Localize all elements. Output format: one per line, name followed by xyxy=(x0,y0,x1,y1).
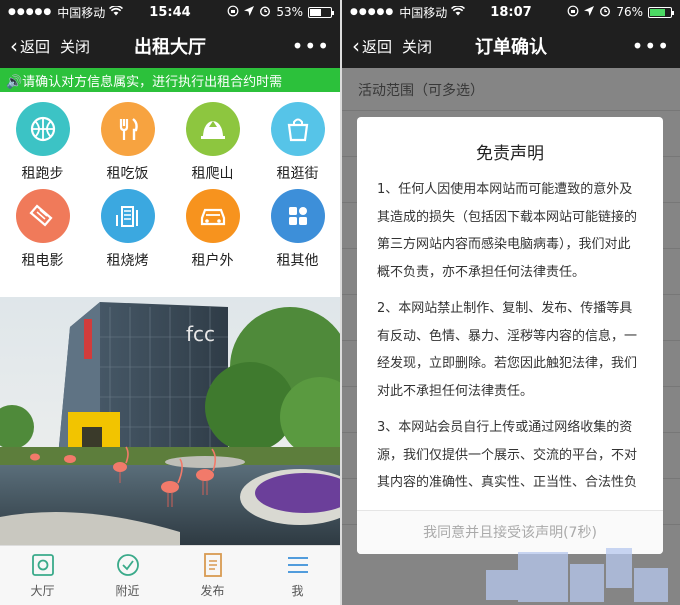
category-label: 租逛街 xyxy=(276,166,319,182)
disclaimer-paragraph: 2、本网站禁止制作、复制、发布、传播等具有反动、色情、暴力、淫秽等内容的信息，一… xyxy=(377,301,638,399)
battery-icon xyxy=(308,6,334,18)
battery-percent: 76% xyxy=(616,5,643,19)
menu-icon xyxy=(287,557,308,573)
battery-icon xyxy=(648,6,674,18)
battery-percent: 53% xyxy=(276,5,303,19)
carrier-label: 中国移动 xyxy=(57,5,106,20)
close-button[interactable]: 关闭 xyxy=(60,36,90,57)
category-shopping[interactable]: 租逛街 xyxy=(255,102,340,183)
more-button[interactable]: ••• xyxy=(292,34,330,58)
category-movie[interactable]: 租电影 xyxy=(0,189,85,270)
category-other[interactable]: 租其他 xyxy=(255,189,340,270)
carrier-label: 中国移动 xyxy=(399,5,448,20)
page-title: 订单确认 xyxy=(475,37,547,58)
tab-nearby[interactable]: 附近 xyxy=(85,546,170,605)
tab-bar: 大厅 附近 发布 我 xyxy=(0,545,340,605)
order-confirm-screen: ●●●●● 中国移动 18:07 76% ‹ 返回 关闭 订单确认 ••• 活动… xyxy=(342,0,680,605)
status-bar: ●●●●● 中国移动 18:07 76% xyxy=(342,0,680,24)
category-label: 租户外 xyxy=(191,253,234,269)
back-label: 返回 xyxy=(20,37,51,56)
disclaimer-dialog: 免责声明 1、任何人因使用本网站而可能遭致的意外及其造成的损失（包括因下载本网站… xyxy=(357,117,663,554)
rotation-lock-icon xyxy=(567,5,579,20)
category-outdoor[interactable]: 租户外 xyxy=(170,189,255,270)
category-label: 租爬山 xyxy=(191,166,234,182)
back-button[interactable]: ‹ 返回 xyxy=(352,34,392,58)
tab-hall[interactable]: 大厅 xyxy=(0,546,85,605)
more-button[interactable]: ••• xyxy=(632,34,670,58)
fork-knife-icon xyxy=(100,102,155,156)
disclaimer-paragraph: 3、本网站会员自行上传或通过网络收集的资源，我们仅提供一个展示、交流的平台，不对… xyxy=(377,420,638,490)
back-label: 返回 xyxy=(362,37,393,56)
category-label: 租电影 xyxy=(21,253,64,269)
back-button[interactable]: ‹ 返回 xyxy=(10,34,50,58)
tab-label: 附近 xyxy=(115,584,140,598)
shopping-bag-icon xyxy=(270,102,325,156)
disclaimer-paragraph: 1、任何人因使用本网站而可能遭致的意外及其造成的损失（包括因下载本网站可能链接的… xyxy=(377,182,638,280)
category-grid: 租跑步 租吃饭 租爬山 租逛街 租电影 租烧烤 租户外 租其他 xyxy=(0,102,340,270)
alarm-icon xyxy=(259,5,271,20)
hall-icon xyxy=(31,554,54,576)
category-running[interactable]: 租跑步 xyxy=(0,102,85,183)
tab-label: 大厅 xyxy=(30,584,55,598)
category-hiking[interactable]: 租爬山 xyxy=(170,102,255,183)
check-circle-icon xyxy=(116,554,139,576)
tab-me[interactable]: 我 xyxy=(255,546,340,605)
car-icon xyxy=(185,189,240,243)
tab-label: 发布 xyxy=(200,584,225,598)
location-icon xyxy=(244,5,255,19)
building-sign: fcc xyxy=(186,322,215,346)
dialog-body: 1、任何人因使用本网站而可能遭致的意外及其造成的损失（包括因下载本网站可能链接的… xyxy=(357,164,663,494)
category-label: 租烧烤 xyxy=(106,253,149,269)
banner-photo[interactable]: fcc xyxy=(0,297,340,545)
notice-marquee: 🔊请确认对方信息属实，进行执行出租合约时需 xyxy=(0,68,340,92)
dialog-title: 免责声明 xyxy=(476,144,544,164)
category-dining[interactable]: 租吃饭 xyxy=(85,102,170,183)
grill-icon xyxy=(100,189,155,243)
signal-dots: ●●●●● xyxy=(350,7,395,17)
mountain-icon xyxy=(185,102,240,156)
category-bbq[interactable]: 租烧烤 xyxy=(85,189,170,270)
tab-publish[interactable]: 发布 xyxy=(170,546,255,605)
nav-bar: ‹ 返回 关闭 出租大厅 ••• xyxy=(0,24,340,68)
category-label: 租吃饭 xyxy=(106,166,149,182)
rotation-lock-icon xyxy=(227,5,239,20)
category-label: 租其他 xyxy=(276,253,319,269)
location-icon xyxy=(584,5,595,19)
chevron-left-icon: ‹ xyxy=(352,34,360,58)
grid-icon xyxy=(270,189,325,243)
nav-bar: ‹ 返回 关闭 订单确认 ••• xyxy=(342,24,680,68)
tab-label: 我 xyxy=(291,584,304,598)
wifi-icon xyxy=(451,4,466,19)
wifi-icon xyxy=(109,4,124,19)
publish-icon xyxy=(203,553,222,577)
alarm-icon xyxy=(599,5,611,20)
category-label: 租跑步 xyxy=(21,166,64,182)
basketball-icon xyxy=(15,102,70,156)
chevron-left-icon: ‹ xyxy=(10,34,18,58)
watermark-graphic xyxy=(486,548,668,602)
rental-hall-screen: ●●●●● 中国移动 15:44 53% ‹ 返回 关闭 出租大厅 ••• 🔊请… xyxy=(0,0,340,605)
ticket-icon xyxy=(15,189,70,243)
close-button[interactable]: 关闭 xyxy=(402,36,432,57)
notice-text: 🔊请确认对方信息属实，进行执行出租合约时需 xyxy=(6,74,283,90)
signal-dots: ●●●●● xyxy=(8,7,53,17)
status-bar: ●●●●● 中国移动 15:44 53% xyxy=(0,0,340,24)
page-title: 出租大厅 xyxy=(134,37,206,58)
